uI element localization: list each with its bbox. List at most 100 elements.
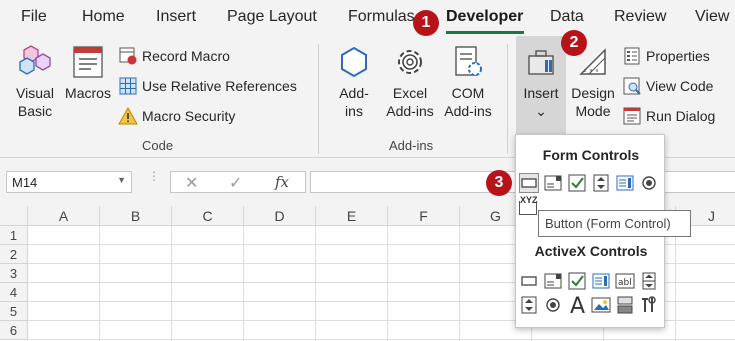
com-add-ins-icon [455,46,482,76]
activex-option-button-icon[interactable] [543,295,563,315]
activex-list-box-icon[interactable] [591,271,611,291]
name-box-value: M14 [12,175,38,190]
form-controls-title: Form Controls [542,147,640,163]
add-ins-group-label: Add-ins [389,138,434,153]
run-dialog-button[interactable]: Run Dialog [622,105,715,127]
scroll-bar-icon[interactable] [639,271,659,291]
text-box-icon[interactable]: abl [615,271,635,291]
tab-file[interactable]: File [21,8,47,26]
visual-basic-label-1: Visual [16,85,54,101]
tab-review[interactable]: Review [614,8,666,26]
add-ins-icon [341,46,367,78]
insert-dropdown-caret: ⌄ [535,103,547,119]
visual-basic-button[interactable]: Visual Basic [12,44,58,120]
image-control-icon[interactable] [591,295,611,315]
relative-references-icon [119,77,137,95]
activex-check-box-icon[interactable] [567,271,587,291]
column-header-d[interactable]: D [244,206,316,226]
svg-text:abl: abl [618,278,632,288]
row-header-3[interactable]: 3 [0,264,28,283]
macros-button[interactable]: Macros [62,44,114,102]
properties-icon [624,47,640,65]
formula-bar-splitter[interactable]: ⋮ [148,170,160,182]
option-button-icon[interactable] [639,173,659,193]
ribbon-tabs: File Home Insert Page Layout Formulas De… [0,0,735,36]
row-header-1[interactable]: 1 [0,226,28,245]
tab-formulas[interactable]: Formulas [348,8,415,26]
row-header-5[interactable]: 5 [0,302,28,321]
name-box[interactable]: M14 ▼ [6,171,132,193]
insert-label: Insert [523,85,559,101]
more-controls-icon[interactable] [639,295,659,315]
list-box-icon[interactable] [615,173,635,193]
excel-add-ins-button[interactable]: Excel Add-ins [382,44,438,120]
toggle-button-icon[interactable] [615,295,635,315]
macros-label: Macros [65,85,111,101]
column-header-e[interactable]: E [316,206,388,226]
code-group-label: Code [142,138,174,153]
macro-security-button[interactable]: Macro Security [118,105,235,127]
macros-icon [73,46,103,78]
gear-icon [398,50,422,74]
column-header-b[interactable]: B [100,206,172,226]
design-mode-label-2: Mode [575,103,611,119]
button-form-control-icon[interactable] [519,173,539,193]
step-badge-3: 3 [486,170,512,196]
row-header-2[interactable]: 2 [0,245,28,264]
visual-basic-label-2: Basic [17,103,53,119]
macro-security-label: Macro Security [142,108,236,124]
active-tab-indicator [446,31,524,34]
add-ins-label-2: ins [345,103,363,119]
properties-button[interactable]: Properties [622,45,710,67]
cancel-icon[interactable]: ✕ [185,173,198,193]
check-box-icon[interactable] [567,173,587,193]
excel-add-ins-label-2: Add-ins [386,103,434,119]
tab-page-layout[interactable]: Page Layout [227,8,317,26]
spin-button-icon[interactable] [591,173,611,193]
row-header-4[interactable]: 4 [0,283,28,302]
group-separator [507,44,508,154]
svg-text:A: A [570,294,585,316]
com-add-ins-label-1: COM [451,85,485,101]
run-dialog-icon [623,107,641,125]
record-macro-icon [119,47,137,65]
run-dialog-label: Run Dialog [646,108,716,124]
com-add-ins-button[interactable]: COM Add-ins [440,44,496,120]
tab-insert[interactable]: Insert [156,8,196,26]
add-ins-label-1: Add- [339,85,369,101]
label-control-icon[interactable]: A [567,293,589,317]
properties-label: Properties [646,48,710,64]
toolbox-icon [528,50,554,75]
tab-data[interactable]: Data [550,8,584,26]
row-header-6[interactable]: 6 [0,321,28,340]
name-box-dropdown-icon[interactable]: ▼ [117,175,126,185]
select-all-corner[interactable] [0,206,28,226]
column-header-f[interactable]: F [388,206,460,226]
group-box-icon[interactable] [519,201,537,215]
view-code-button[interactable]: View Code [622,75,713,97]
record-macro-label: Record Macro [142,48,230,64]
insert-controls-button[interactable]: Insert ⌄ [516,44,566,120]
activex-spin-button-icon[interactable] [519,295,539,315]
command-button-icon[interactable] [519,271,539,291]
use-relative-references-label: Use Relative References [142,78,297,94]
column-header-a[interactable]: A [28,206,100,226]
combo-box-icon[interactable] [543,173,563,193]
step-badge-2: 2 [561,30,587,56]
warning-icon [118,106,138,125]
tab-home[interactable]: Home [82,8,125,26]
tab-view[interactable]: View [695,8,729,26]
add-ins-button[interactable]: Add- ins [332,44,376,120]
enter-icon[interactable]: ✓ [229,173,242,193]
insert-function-icon[interactable]: fx [275,173,289,191]
tab-developer[interactable]: Developer [446,8,523,26]
record-macro-button[interactable]: Record Macro [118,45,230,67]
view-code-icon [623,77,641,95]
activex-controls-title: ActiveX Controls [534,243,648,259]
column-header-c[interactable]: C [172,206,244,226]
use-relative-references-button[interactable]: Use Relative References [118,75,297,97]
button-form-control-tooltip: Button (Form Control) [538,210,691,237]
excel-add-ins-label-1: Excel [392,85,428,101]
design-mode-label-1: Design [571,85,615,101]
activex-combo-box-icon[interactable] [543,271,563,291]
